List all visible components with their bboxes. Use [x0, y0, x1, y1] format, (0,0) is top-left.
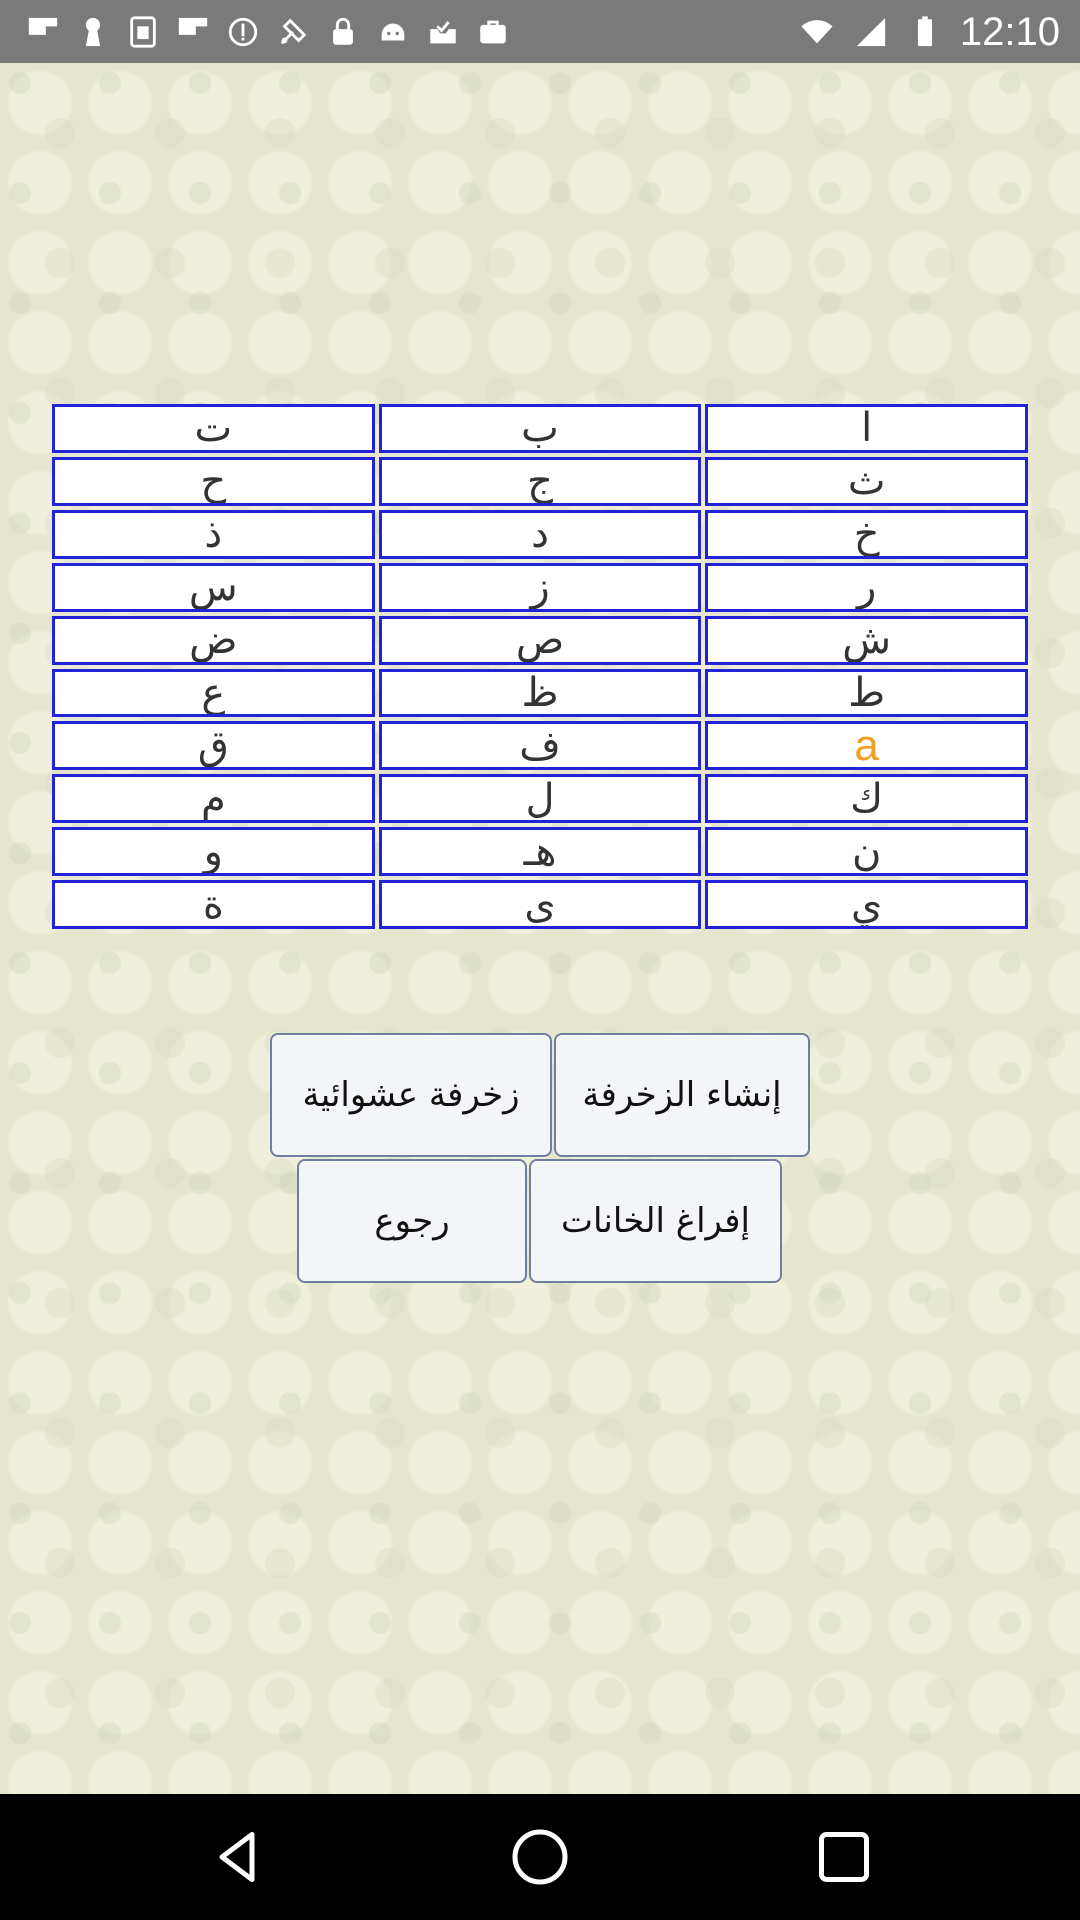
letter-cell[interactable]: ش — [705, 615, 1028, 665]
fake-gps-icon — [274, 13, 312, 51]
create-decoration-button[interactable]: إنشاء الزخرفة — [554, 1033, 810, 1157]
home-nav-icon[interactable] — [507, 1824, 573, 1890]
letter-cell[interactable]: ك — [705, 774, 1028, 824]
letter-cell[interactable]: ذ — [52, 509, 375, 559]
letter-cell[interactable]: ج — [378, 456, 702, 506]
letter-cell[interactable]: خ — [705, 509, 1028, 559]
sim-icon — [124, 13, 162, 51]
letter-cell[interactable]: ف — [378, 721, 702, 771]
letter-cell[interactable]: ل — [378, 774, 702, 824]
lock-icon — [324, 13, 362, 51]
clear-fields-button[interactable]: إفراغ الخانات — [529, 1159, 782, 1283]
letter-grid: ت ب ا ح ج ث ذ د خ س ز ر ض ص ش ع ظ ط ق ف a م ل ك و هـ ن ة ى ي — [52, 404, 1028, 929]
keyhole-icon — [74, 13, 112, 51]
inbox-icon — [424, 13, 462, 51]
info-circle-icon — [224, 13, 262, 51]
back-nav-icon[interactable] — [204, 1824, 270, 1890]
letter-cell[interactable]: ر — [705, 562, 1028, 612]
letter-cell[interactable]: ض — [52, 615, 375, 665]
flipboard-icon — [24, 13, 62, 51]
letter-cell[interactable]: د — [378, 509, 702, 559]
letter-cell[interactable]: و — [52, 827, 375, 877]
letter-cell[interactable]: ث — [705, 456, 1028, 506]
battery-icon — [906, 13, 944, 51]
letter-cell[interactable]: ز — [378, 562, 702, 612]
letter-cell[interactable]: ق — [52, 721, 375, 771]
wifi-icon — [798, 13, 836, 51]
random-decoration-button[interactable]: زخرفة عشوائية — [270, 1033, 552, 1157]
letter-cell[interactable]: هـ — [378, 827, 702, 877]
letter-cell[interactable]: ي — [705, 880, 1028, 929]
flipboard-icon — [174, 13, 212, 51]
notification-icons — [24, 10, 512, 54]
android-icon — [374, 13, 412, 51]
letter-cell[interactable]: ص — [378, 615, 702, 665]
status-right: 12:10 — [798, 6, 1060, 58]
letter-cell[interactable]: ن — [705, 827, 1028, 877]
letter-cell[interactable]: ت — [52, 404, 375, 453]
recents-nav-icon[interactable] — [811, 1824, 877, 1890]
back-button[interactable]: رجوع — [297, 1159, 527, 1283]
letter-cell[interactable]: ع — [52, 668, 375, 718]
letter-cell[interactable]: س — [52, 562, 375, 612]
clock: 12:10 — [959, 9, 1060, 54]
briefcase-icon — [474, 13, 512, 51]
letter-cell[interactable]: ا — [705, 404, 1028, 453]
letter-cell[interactable]: ة — [52, 880, 375, 929]
letter-cell[interactable]: ى — [378, 880, 702, 929]
status-bar: 12:10 — [0, 0, 1080, 63]
letter-cell[interactable]: م — [52, 774, 375, 824]
navigation-bar — [0, 1794, 1080, 1920]
letter-cell[interactable]: a — [705, 721, 1028, 771]
letter-cell[interactable]: ط — [705, 668, 1028, 718]
letter-cell[interactable]: ب — [378, 404, 702, 453]
letter-cell[interactable]: ظ — [378, 668, 702, 718]
letter-cell[interactable]: ح — [52, 456, 375, 506]
signal-icon — [852, 13, 890, 51]
